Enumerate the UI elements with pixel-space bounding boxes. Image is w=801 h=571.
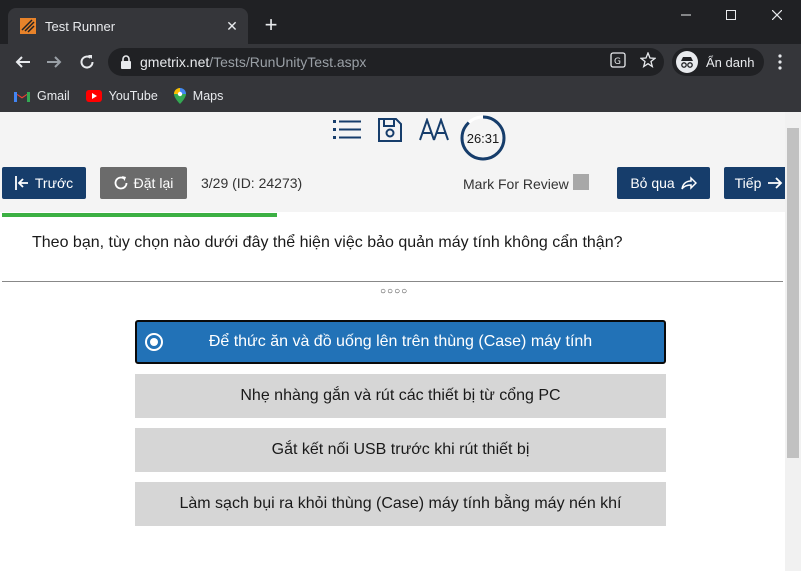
incognito-profile-button[interactable]: Ẩn danh [672,48,765,76]
answer-option-label: Để thức ăn và đồ uống lên trên thùng (Ca… [208,333,593,350]
maps-icon [173,88,186,104]
browser-menu-icon[interactable] [772,50,788,74]
translate-icon[interactable]: G [610,52,626,68]
previous-label: Trước [34,175,74,191]
new-tab-icon[interactable]: + [258,12,284,38]
back-arrow-icon[interactable] [9,48,37,76]
bookmarks-bar: Gmail YouTube Maps [0,80,801,112]
bookmark-label: YouTube [108,89,158,103]
share-forward-icon [680,176,697,190]
incognito-icon [676,51,698,73]
answer-option-4[interactable]: Làm sạch bụi ra khỏi thùng (Case) máy tí… [135,482,666,526]
reset-icon [114,176,128,190]
test-progress-bar [2,213,277,217]
reset-button[interactable]: Đặt lại [100,167,187,199]
bookmark-youtube[interactable]: YouTube [85,89,158,103]
answer-option-label: Gắt kết nối USB trước khi rút thiết bị [271,441,530,458]
lock-icon [121,55,131,69]
question-text: Theo bạn, tùy chọn nào dưới đây thể hiện… [32,234,623,251]
next-button[interactable]: Tiếp [724,167,785,199]
font-size-icon[interactable] [419,118,451,142]
answer-option-label: Làm sạch bụi ra khỏi thùng (Case) máy tí… [179,495,622,512]
minimize-icon[interactable] [663,0,709,30]
bookmark-label: Gmail [37,89,70,103]
reload-icon[interactable] [73,48,101,76]
gmail-icon [14,92,30,102]
timer-text: 26:31 [466,130,500,146]
skip-button[interactable]: Bỏ qua [617,167,710,199]
address-bar[interactable]: gmetrix.net/Tests/RunUnityTest.aspx G [108,48,664,76]
mark-for-review-label: Mark For Review [463,176,569,192]
previous-button[interactable]: Trước [2,167,86,199]
forward-arrow-icon[interactable] [40,48,68,76]
scrollbar-thumb[interactable] [787,128,799,458]
arrow-right-icon [768,177,783,189]
url-text: gmetrix.net/Tests/RunUnityTest.aspx [140,54,367,70]
reset-label: Đặt lại [133,175,174,191]
answer-option-2[interactable]: Nhẹ nhàng gắn và rút các thiết bị từ cổn… [135,374,666,418]
maximize-icon[interactable] [708,0,754,30]
skip-label: Bỏ qua [630,175,675,191]
browser-tab[interactable]: Test Runner ✕ [8,8,248,44]
answer-option-3[interactable]: Gắt kết nối USB trước khi rút thiết bị [135,428,666,472]
close-tab-icon[interactable]: ✕ [220,14,244,38]
radio-selected-icon [145,333,163,351]
next-label: Tiếp [734,175,762,191]
answer-option-1[interactable]: Để thức ăn và đồ uống lên trên thùng (Ca… [135,320,666,364]
question-divider [2,281,783,282]
mark-for-review-checkbox[interactable] [573,174,589,190]
save-icon[interactable] [377,117,403,143]
test-page: 26:31 Trước Đặt lại 3/29 (ID: 24273) Mar… [0,112,785,571]
arrow-left-bar-icon [14,176,28,190]
bookmark-star-icon[interactable] [640,52,656,68]
pager-dots[interactable]: ○○○○ [380,286,408,297]
bookmark-gmail[interactable]: Gmail [14,89,70,103]
answer-option-label: Nhẹ nhàng gắn và rút các thiết bị từ cổn… [240,387,561,404]
svg-text:G: G [614,57,621,67]
profile-label: Ẩn danh [706,54,755,70]
question-counter: 3/29 (ID: 24273) [201,175,303,191]
tab-strip: Test Runner ✕ + [0,0,801,44]
header-tools [333,117,451,143]
test-runner-favicon-icon [20,18,36,34]
close-window-icon[interactable] [754,0,800,30]
bookmark-label: Maps [192,89,224,103]
tab-title: Test Runner [45,18,116,34]
page-scrollbar[interactable] [785,112,801,571]
countdown-timer: 26:31 [460,115,506,161]
bookmark-maps[interactable]: Maps [173,88,224,104]
question-list-icon[interactable] [333,118,361,142]
youtube-icon [85,90,102,102]
